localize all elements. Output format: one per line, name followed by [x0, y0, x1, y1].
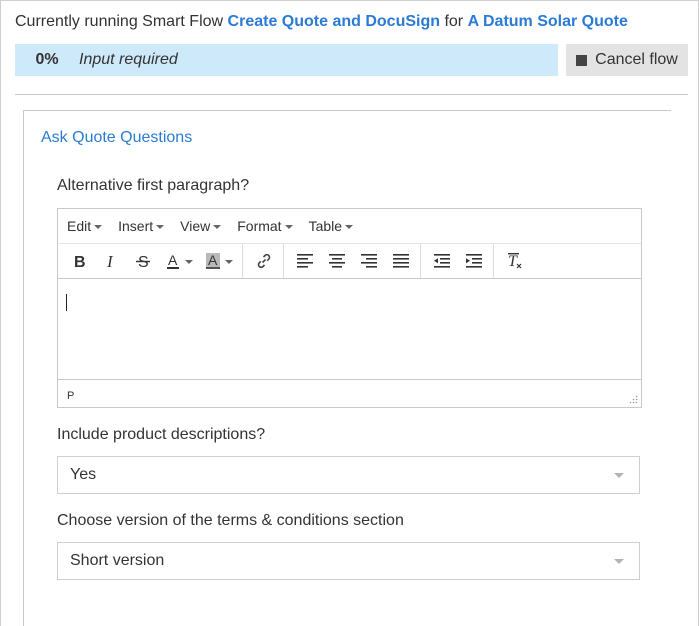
italic-button[interactable]: I: [95, 246, 127, 276]
toolbar-group-align: [284, 244, 421, 278]
link-button[interactable]: [248, 246, 280, 276]
header-prefix: Currently running Smart Flow: [15, 13, 224, 30]
indent-icon: [466, 254, 482, 268]
chevron-down-icon: [213, 224, 222, 229]
menu-edit[interactable]: Edit: [67, 218, 103, 234]
editor-menubar: Edit Insert View Format Table: [58, 209, 641, 244]
clear-formatting-button[interactable]: T: [499, 246, 531, 276]
questions-panel: Ask Quote Questions Alternative first pa…: [23, 110, 671, 626]
toolbar-group-link: [243, 244, 284, 278]
chevron-down-icon: [94, 224, 103, 229]
menu-view-label: View: [180, 218, 211, 234]
menu-insert-label: Insert: [118, 218, 154, 234]
editor-element-path[interactable]: P: [67, 390, 74, 402]
product-descriptions-value: Yes: [70, 466, 97, 483]
align-left-button[interactable]: [289, 246, 321, 276]
product-descriptions-select[interactable]: Yes: [57, 456, 640, 494]
outdent-icon: [434, 254, 450, 268]
cancel-flow-label: Cancel flow: [595, 51, 678, 68]
editor-statusbar: P: [58, 379, 641, 407]
toolbar-group-indent: [421, 244, 494, 278]
text-color-button[interactable]: A: [159, 246, 199, 276]
chevron-down-icon: [225, 259, 233, 264]
italic-icon: I: [106, 253, 114, 269]
align-center-button[interactable]: [321, 246, 353, 276]
chevron-down-icon: [156, 224, 165, 229]
align-left-icon: [297, 254, 313, 268]
stop-icon: [576, 54, 588, 66]
cancel-flow-button[interactable]: Cancel flow: [566, 44, 688, 76]
background-color-button[interactable]: A: [199, 246, 239, 276]
chevron-down-icon: [345, 224, 354, 229]
svg-text:A: A: [208, 253, 218, 268]
menu-table[interactable]: Table: [308, 218, 354, 234]
text-cursor: [66, 294, 67, 311]
editor-toolbar: B I S A A T: [58, 244, 641, 279]
editor-content-area[interactable]: [58, 279, 641, 379]
svg-text:B: B: [74, 254, 86, 269]
terms-version-select[interactable]: Short version: [57, 542, 640, 580]
question-label-product-descriptions: Include product descriptions?: [57, 426, 266, 443]
svg-text:A: A: [168, 253, 178, 268]
menu-view[interactable]: View: [180, 218, 222, 234]
align-center-icon: [329, 254, 345, 268]
indent-button[interactable]: [458, 246, 490, 276]
svg-text:T: T: [508, 253, 518, 270]
strikethrough-button[interactable]: S: [127, 246, 159, 276]
align-justify-button[interactable]: [385, 246, 417, 276]
toolbar-group-clear: T: [494, 244, 534, 278]
chevron-down-icon: [614, 559, 624, 564]
menu-format[interactable]: Format: [237, 218, 293, 234]
bold-icon: B: [74, 254, 86, 269]
menu-table-label: Table: [308, 218, 343, 234]
toolbar-group-text: B I S A A: [58, 244, 243, 278]
svg-text:I: I: [106, 253, 114, 269]
menu-edit-label: Edit: [67, 218, 92, 234]
progress-status: Input required: [79, 51, 178, 68]
clear-formatting-icon: T: [508, 253, 522, 270]
outdent-button[interactable]: [426, 246, 458, 276]
link-icon: [257, 253, 271, 269]
progress-bar: 0% Input required: [15, 44, 558, 76]
header-for-text: for: [444, 13, 464, 30]
align-right-button[interactable]: [353, 246, 385, 276]
menu-format-label: Format: [237, 218, 282, 234]
strikethrough-icon: S: [136, 254, 150, 269]
chevron-down-icon: [614, 473, 624, 478]
resize-handle-icon[interactable]: [629, 395, 638, 404]
align-right-icon: [361, 254, 377, 268]
flow-header: Currently running Smart Flow Create Quot…: [15, 13, 628, 31]
background-color-icon: A: [206, 253, 220, 269]
text-color-icon: A: [167, 253, 179, 269]
record-name-link[interactable]: A Datum Solar Quote: [468, 13, 628, 30]
progress-percent: 0%: [35, 51, 59, 68]
rich-text-editor: Edit Insert View Format Table B I S A A …: [57, 208, 642, 408]
question-label-first-paragraph: Alternative first paragraph?: [57, 177, 250, 194]
bold-button[interactable]: B: [63, 246, 95, 276]
header-divider: [15, 94, 688, 95]
align-justify-icon: [393, 254, 409, 268]
chevron-down-icon: [185, 259, 193, 264]
chevron-down-icon: [284, 224, 293, 229]
terms-version-value: Short version: [70, 552, 165, 569]
menu-insert[interactable]: Insert: [118, 218, 165, 234]
flow-name-link[interactable]: Create Quote and DocuSign: [228, 13, 440, 30]
panel-title[interactable]: Ask Quote Questions: [41, 129, 192, 147]
question-label-terms-version: Choose version of the terms & conditions…: [57, 512, 404, 529]
